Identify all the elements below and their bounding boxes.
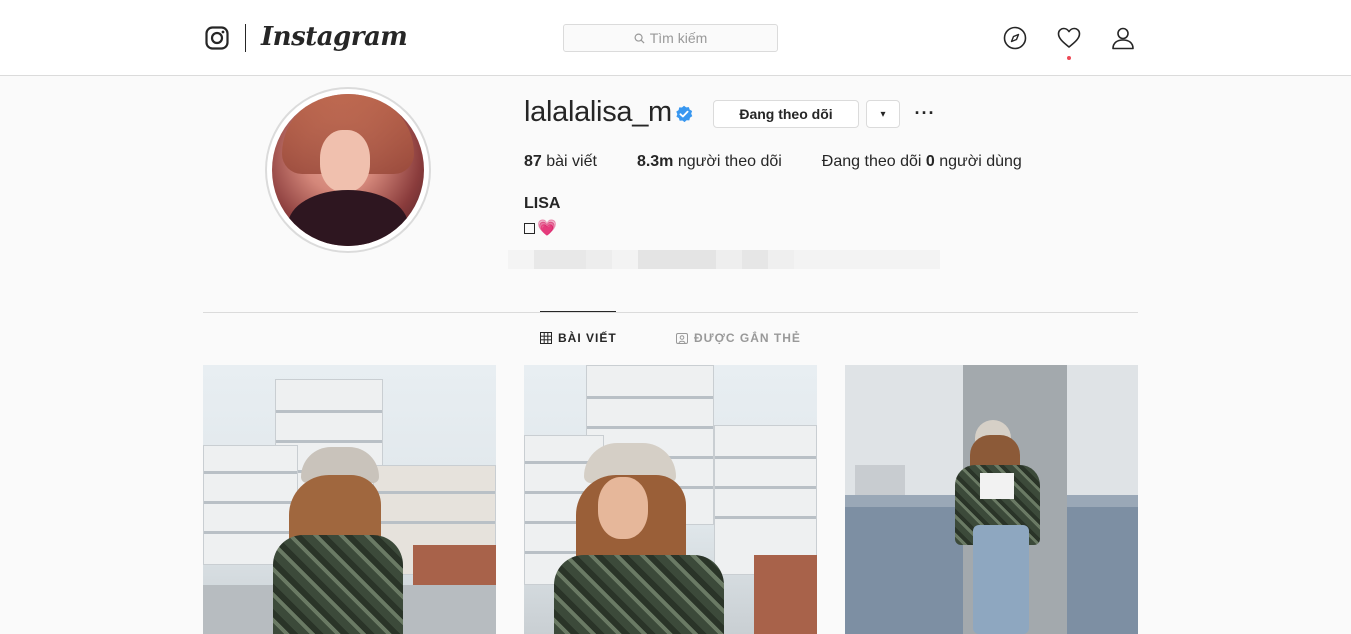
suggested-accounts-dropdown-button[interactable]: ▾ [866, 100, 900, 128]
search-placeholder: Tìm kiếm [649, 30, 708, 46]
profile-bio: 💗 [524, 218, 557, 238]
posts-count-stat: 87 bài viết [524, 153, 597, 170]
following-button[interactable]: Đang theo dõi [713, 100, 859, 128]
instagram-camera-icon[interactable] [205, 26, 229, 50]
tab-posts-label: BÀI VIẾT [558, 331, 617, 345]
profile-username: lalalalisa_m [524, 96, 672, 128]
tagged-user-icon [676, 333, 688, 344]
post-thumbnail[interactable] [203, 365, 496, 634]
profile-stats: 87 bài viết 8.3m người theo dõi Đang the… [524, 153, 1022, 171]
tab-tagged[interactable]: ĐƯỢC GẮN THẺ [676, 331, 801, 345]
more-options-button[interactable]: ··· [913, 103, 937, 123]
heart-icon[interactable] [1057, 26, 1081, 50]
blurred-bio-link [508, 250, 940, 269]
person-icon[interactable] [1111, 26, 1135, 50]
followers-count-stat[interactable]: 8.3m người theo dõi [637, 153, 782, 171]
top-navigation-bar: Instagram Tìm kiếm [0, 0, 1351, 76]
instagram-wordmark[interactable]: Instagram [261, 22, 408, 52]
verified-badge-icon [676, 105, 693, 123]
compass-icon[interactable] [1003, 26, 1027, 50]
post-thumbnail[interactable] [845, 365, 1138, 634]
notification-dot [1067, 56, 1071, 60]
profile-full-name: LISA [524, 195, 561, 212]
heart-emoji: 💗 [537, 220, 557, 237]
search-icon [634, 33, 645, 44]
search-input[interactable]: Tìm kiếm [563, 24, 778, 52]
following-count-stat[interactable]: Đang theo dõi 0 người dùng [822, 153, 1022, 171]
profile-avatar[interactable] [272, 94, 424, 246]
active-tab-indicator [540, 311, 616, 312]
missing-glyph-box [524, 222, 535, 234]
logo-divider [245, 24, 246, 52]
post-thumbnail[interactable] [524, 365, 817, 634]
tab-tagged-label: ĐƯỢC GẮN THẺ [694, 331, 801, 345]
tab-posts[interactable]: BÀI VIẾT [540, 331, 617, 345]
tabs-divider [203, 312, 1138, 313]
grid-icon [540, 332, 552, 344]
